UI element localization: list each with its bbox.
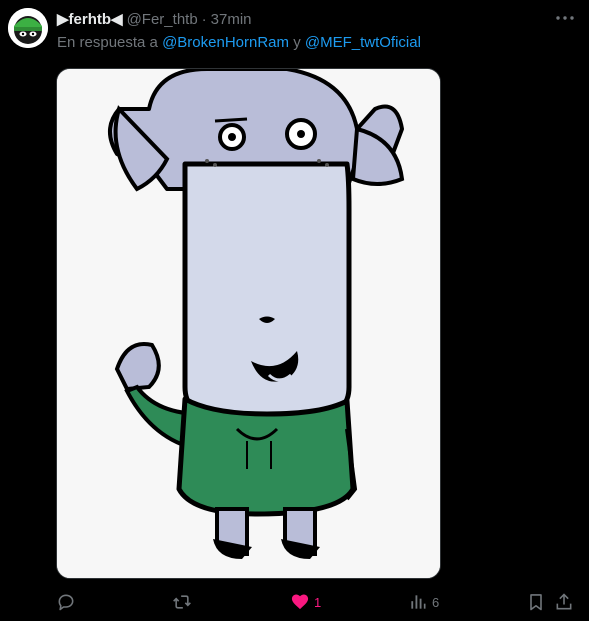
- like-count: 1: [314, 594, 322, 610]
- like-button[interactable]: 1: [290, 589, 321, 615]
- avatar-image: [8, 8, 48, 48]
- views-count: 6: [432, 594, 440, 610]
- timestamp[interactable]: 37min: [211, 11, 252, 28]
- reply-button[interactable]: [56, 589, 76, 615]
- views-icon: [411, 595, 426, 609]
- user-handle[interactable]: @Fer_thtb: [127, 11, 198, 28]
- retweet-icon: [173, 595, 191, 609]
- reply-prefix: En respuesta a: [57, 34, 158, 51]
- mention-link[interactable]: @BrokenHornRam: [162, 34, 289, 51]
- separator-dot: ·: [201, 10, 207, 28]
- views-button[interactable]: 6: [408, 589, 439, 615]
- more-icon: [556, 16, 574, 20]
- tweet-card[interactable]: ▶ferhtb◀ @Fer_thtb · 37min En respuesta …: [0, 0, 589, 621]
- reply-context: En respuesta a @BrokenHornRam y @MEF_twt…: [57, 34, 421, 51]
- tweet-image[interactable]: [56, 68, 441, 579]
- share-button[interactable]: [554, 589, 574, 615]
- reply-icon: [58, 594, 74, 611]
- tweet-header: ▶ferhtb◀ @Fer_thtb · 37min: [57, 9, 529, 29]
- character-illustration: [57, 69, 440, 578]
- retweet-button[interactable]: [172, 589, 192, 615]
- share-icon: [556, 593, 572, 610]
- avatar[interactable]: [8, 8, 48, 48]
- bookmark-icon: [530, 594, 542, 611]
- bookmark-button[interactable]: [526, 589, 546, 615]
- more-options-button[interactable]: [553, 8, 577, 28]
- tweet-actions: 1 6: [56, 589, 576, 615]
- mention-joiner: y: [293, 34, 301, 51]
- mention-link[interactable]: @MEF_twtOficial: [305, 34, 421, 51]
- heart-icon: [291, 594, 309, 610]
- display-name[interactable]: ▶ferhtb◀: [57, 10, 123, 28]
